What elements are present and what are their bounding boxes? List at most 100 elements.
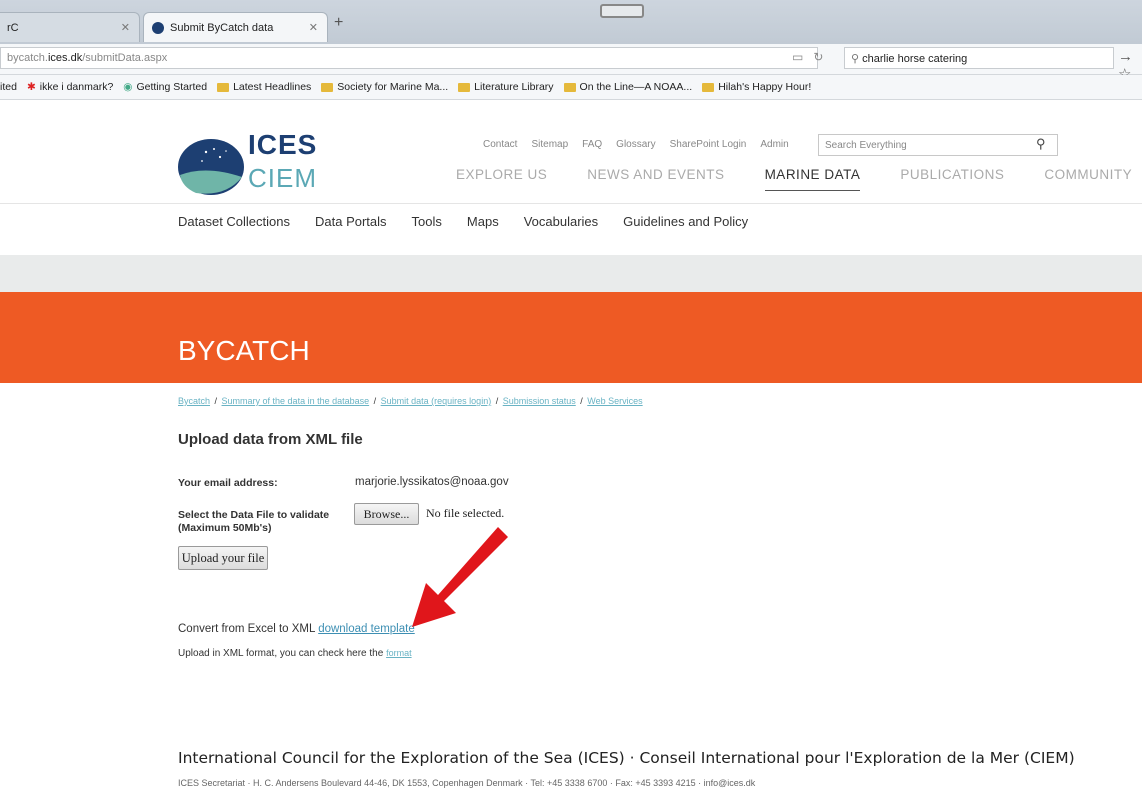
convert-text: Convert from Excel to XML [178, 623, 319, 635]
bookmark-label: Latest Headlines [233, 81, 312, 93]
page-banner [0, 292, 1142, 383]
section-heading: Upload data from XML file [178, 431, 363, 448]
bookmark-item[interactable]: ✱ ikke i danmark? [27, 81, 113, 93]
nav-community[interactable]: COMMUNITY [1044, 167, 1132, 182]
link-faq[interactable]: FAQ [582, 139, 602, 150]
file-status: No file selected. [426, 506, 505, 520]
browser-tab-active[interactable]: Submit ByCatch data ✕ [143, 12, 328, 42]
breadcrumb-bycatch[interactable]: Bycatch [178, 396, 210, 406]
bookmark-label: Hilah's Happy Hour! [718, 81, 812, 93]
red-arrow-annotation-icon [412, 527, 508, 627]
link-sharepoint-login[interactable]: SharePoint Login [670, 139, 747, 150]
search-value: charlie horse catering [862, 53, 968, 65]
folder-icon [563, 82, 576, 92]
download-template-link[interactable]: download template [318, 623, 415, 635]
grey-band [0, 255, 1142, 292]
flag-icon: ✱ [26, 81, 36, 93]
folder-icon [321, 82, 334, 92]
breadcrumb-submission-status[interactable]: Submission status [503, 396, 576, 406]
globe-icon: ◉ [123, 81, 133, 93]
bookmarks-bar: ited ✱ ikke i danmark? ◉ Getting Started L… [0, 75, 1142, 100]
file-select-label: Select the Data File to validate (Maximu… [178, 509, 329, 535]
bookmark-item[interactable]: Society for Marine Ma... [321, 81, 448, 93]
tab-title: rC [7, 21, 19, 34]
close-icon[interactable]: ✕ [309, 21, 318, 34]
ices-logo-icon[interactable] [176, 137, 246, 197]
bookmark-item[interactable]: Latest Headlines [217, 81, 311, 93]
bookmark-item[interactable]: ited [0, 81, 17, 93]
subnav-vocabularies[interactable]: Vocabularies [524, 214, 598, 229]
bookmark-label: ited [0, 81, 17, 93]
url-domain: ices.dk [47, 52, 83, 64]
bookmark-item[interactable]: On the Line—A NOAA... [563, 81, 693, 93]
bookmark-label: Getting Started [136, 81, 208, 93]
footer-address: ICES Secretariat · H. C. Andersens Boule… [178, 778, 756, 788]
url-path: /submitData.aspx [82, 52, 168, 64]
address-bar[interactable]: bycatch.ices.dk/submitData.aspx [0, 47, 818, 69]
utility-links: Contact Sitemap FAQ Glossary SharePoint Logi… [483, 139, 803, 150]
nav-news-and-events[interactable]: NEWS AND EVENTS [587, 167, 724, 182]
folder-icon [458, 82, 471, 92]
breadcrumb-web-services[interactable]: Web Services [587, 396, 642, 406]
bookmark-label: Society for Marine Ma... [337, 81, 449, 93]
nav-explore-us[interactable]: EXPLORE US [456, 167, 547, 182]
divider [0, 203, 1142, 204]
folder-icon [702, 82, 715, 92]
xml-format-instructions: Upload in XML format, you can check here… [178, 648, 412, 659]
url-prefix: bycatch. [7, 52, 48, 64]
email-value: marjorie.lyssikatos@noaa.gov [355, 476, 509, 488]
breadcrumb-separator: / [212, 396, 220, 406]
search-icon: ⚲ [851, 53, 863, 65]
breadcrumb: Bycatch / Summary of the data in the dat… [178, 396, 643, 406]
breadcrumb-separator: / [577, 396, 586, 406]
browse-button[interactable]: Browse... [354, 503, 419, 525]
upload-file-button[interactable]: Upload your file [178, 546, 268, 570]
bookmark-label: On the Line—A NOAA... [579, 81, 693, 93]
main-nav: EXPLORE US NEWS AND EVENTS MARINE DATA PUBL… [456, 167, 1142, 191]
nav-publications[interactable]: PUBLICATIONS [900, 167, 1004, 182]
link-glossary[interactable]: Glossary [616, 139, 655, 150]
link-admin[interactable]: Admin [760, 139, 788, 150]
page-title: BYCATCH [178, 335, 310, 366]
sub-nav: Dataset Collections Data Portals Tools Maps… [178, 214, 773, 229]
logo-text-ices: ICES [248, 129, 318, 160]
favicon-icon [152, 21, 164, 34]
bookmark-label: Literature Library [474, 81, 554, 93]
close-icon[interactable]: ✕ [121, 21, 130, 34]
tab-title: Submit ByCatch data [170, 21, 274, 34]
email-label: Your email address: [178, 477, 278, 489]
subnav-dataset-collections[interactable]: Dataset Collections [178, 214, 290, 229]
restore-window-icon[interactable] [600, 4, 644, 18]
browser-search-input[interactable]: ⚲ charlie horse catering [844, 47, 1114, 69]
subnav-data-portals[interactable]: Data Portals [315, 214, 387, 229]
site-search-input[interactable]: Search Everything [818, 134, 1058, 156]
link-contact[interactable]: Contact [483, 139, 517, 150]
link-sitemap[interactable]: Sitemap [531, 139, 568, 150]
search-icon[interactable]: ⚲ [1036, 136, 1046, 152]
bookmark-item[interactable]: ◉ Getting Started [123, 81, 207, 93]
subnav-tools[interactable]: Tools [412, 214, 442, 229]
breadcrumb-summary[interactable]: Summary of the data in the database [222, 396, 370, 406]
subnav-guidelines-and-policy[interactable]: Guidelines and Policy [623, 214, 748, 229]
convert-instructions: Convert from Excel to XML download templ… [178, 623, 415, 635]
browser-tab-inactive[interactable]: rC ✕ [0, 12, 140, 42]
browser-tab-strip: rC ✕ Submit ByCatch data ✕ + [0, 0, 1142, 44]
footer-title: International Council for the Exploratio… [178, 749, 1075, 767]
new-tab-icon[interactable]: + [334, 14, 343, 32]
logo-text-ciem: CIEM [248, 163, 317, 193]
file-select-label-line2: (Maximum 50Mb's) [178, 522, 272, 534]
file-select-label-line1: Select the Data File to validate [178, 509, 330, 521]
format-link[interactable]: format [386, 648, 412, 658]
bookmark-label: ikke i danmark? [39, 81, 114, 93]
browser-navbar: bycatch.ices.dk/submitData.aspx ▭ ↻ ⚲ ch… [0, 44, 1142, 83]
xml-text: Upload in XML format, you can check here… [178, 648, 387, 659]
bookmark-item[interactable]: Hilah's Happy Hour! [702, 81, 811, 93]
reader-reload-icons[interactable]: ▭ ↻ [792, 50, 823, 64]
breadcrumb-submit-data[interactable]: Submit data (requires login) [381, 396, 492, 406]
breadcrumb-separator: / [371, 396, 379, 406]
bookmark-item[interactable]: Literature Library [458, 81, 554, 93]
breadcrumb-separator: / [493, 396, 501, 406]
folder-icon [217, 82, 230, 92]
subnav-maps[interactable]: Maps [467, 214, 499, 229]
nav-marine-data[interactable]: MARINE DATA [764, 167, 861, 191]
